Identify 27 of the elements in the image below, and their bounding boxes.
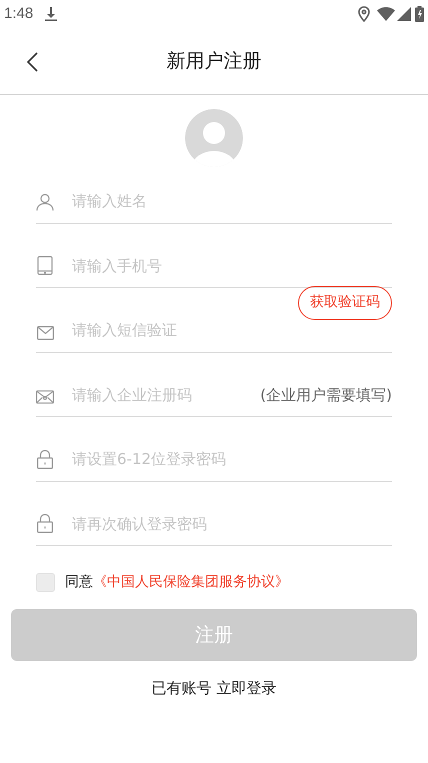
wifi-icon (377, 7, 395, 21)
input-field[interactable]: 请输入手机号 (72, 254, 392, 277)
phone-icon (37, 256, 53, 275)
battery-icon (415, 6, 424, 22)
get-code-button[interactable]: 获取验证码 (298, 286, 392, 320)
avatar-icon[interactable] (185, 109, 243, 167)
back-icon (26, 52, 38, 72)
input-field[interactable]: 请再次确认登录密码 (72, 512, 392, 535)
input-field[interactable]: 请设置6-12位登录密码 (72, 448, 392, 470)
person-icon (36, 192, 54, 210)
login-link[interactable]: 已有账号 立即登录 (152, 677, 276, 700)
agree-checkbox[interactable] (36, 573, 55, 592)
envelope-icon (36, 390, 54, 404)
page-title: 新用户注册 (166, 48, 262, 74)
lock-icon (37, 450, 53, 468)
input-field[interactable]: 请输入企业注册码 (72, 384, 260, 406)
download-icon (45, 7, 58, 21)
input-field[interactable]: 请输入姓名 (72, 190, 392, 212)
signal-icon (397, 7, 411, 21)
location-icon (358, 6, 370, 22)
agreement-link[interactable]: 《中国人民保险集团服务协议》 (93, 572, 289, 593)
field-note: (企业用户需要填写) (260, 384, 392, 406)
status-time: 1:48 (4, 4, 34, 24)
agreement-text: 同意 (65, 573, 93, 592)
input-field[interactable]: 请输入短信验证 (72, 319, 298, 342)
lock-icon (37, 514, 53, 533)
mail-icon (36, 326, 54, 340)
